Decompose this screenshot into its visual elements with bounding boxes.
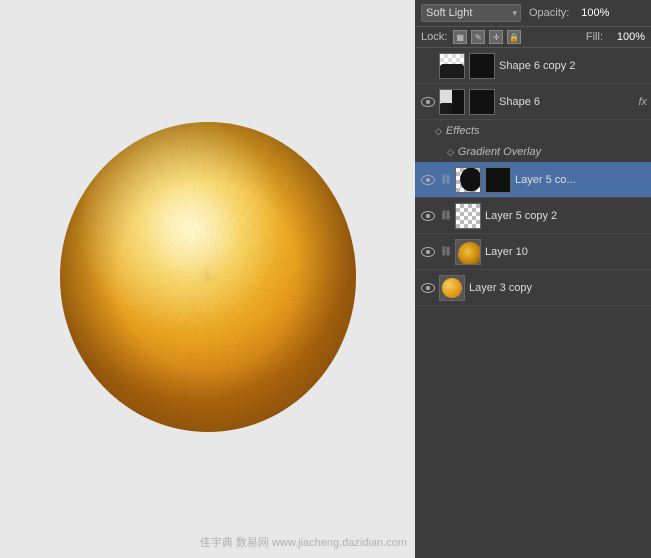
layer-row[interactable]: ⛓ Layer 10 [415,234,651,270]
link-icon: ⛓ [439,245,453,259]
layer-row[interactable]: Shape 6 copy 2 [415,48,651,84]
layer-thumbnail [439,275,465,301]
blend-opacity-bar: Soft Light Normal Multiply Screen Overla… [415,0,651,27]
layer-thumbnail [455,239,481,265]
layers-panel: Soft Light Normal Multiply Screen Overla… [415,0,651,558]
layer-mask-thumbnail [469,89,495,115]
layer-name: Layer 3 copy [469,282,647,294]
visibility-eye-icon[interactable] [419,279,437,297]
layer-mask-thumbnail [485,167,511,193]
link-icon: ⛓ [439,209,453,223]
fill-value: 100% [609,31,645,43]
layer-name: Layer 5 co... [515,174,647,186]
blend-mode-wrapper[interactable]: Soft Light Normal Multiply Screen Overla… [421,4,521,22]
gradient-overlay-effect: Gradient Overlay [458,146,541,158]
lock-icon-position[interactable]: ✛ [489,30,503,44]
layers-list[interactable]: Shape 6 copy 2 Shape 6 fx ◇ Effects ◇ [415,48,651,558]
lock-icons-group: ▦ ✎ ✛ 🔒 [453,30,521,44]
opacity-label: Opacity: [529,7,569,19]
visibility-eye-icon[interactable] [419,243,437,261]
layer-name: Layer 10 [485,246,647,258]
fx-badge: fx [638,96,647,108]
fill-label: Fill: [586,31,603,43]
visibility-eye-icon[interactable] [419,93,437,111]
canvas-area: 佳宇典 数易网 www.jiacheng.dazidian.com [0,0,415,558]
link-icon: ⛓ [439,173,453,187]
layer-thumbnail [439,89,465,115]
layer-thumbnail [455,167,481,193]
lock-icon-all[interactable]: 🔒 [507,30,521,44]
lock-label: Lock: [421,31,447,43]
visibility-eye-icon[interactable] [419,171,437,189]
effect-item-row[interactable]: ◇ Gradient Overlay [415,142,651,162]
lock-icon-transparency[interactable]: ▦ [453,30,467,44]
effects-label: Effects [446,125,480,137]
layer-row[interactable]: ⛓ Layer 5 copy 2 [415,198,651,234]
layer-row[interactable]: ⛓ Layer 5 co... [415,162,651,198]
layer-name: Shape 6 copy 2 [499,60,647,72]
fur-ball-image [43,109,373,449]
layer-name: Layer 5 copy 2 [485,210,647,222]
layer-row[interactable]: Layer 3 copy [415,270,651,306]
lock-icon-image[interactable]: ✎ [471,30,485,44]
layer-thumbnail [439,53,465,79]
lock-fill-bar: Lock: ▦ ✎ ✛ 🔒 Fill: 100% [415,27,651,48]
blend-mode-select[interactable]: Soft Light Normal Multiply Screen Overla… [421,4,521,22]
layer-row[interactable]: Shape 6 fx [415,84,651,120]
visibility-eye-icon[interactable] [419,207,437,225]
opacity-value: 100% [573,7,609,19]
watermark: 佳宇典 数易网 www.jiacheng.dazidian.com [200,534,407,550]
layer-name: Shape 6 [499,96,634,108]
layer-mask-thumbnail [469,53,495,79]
layer-thumbnail [455,203,481,229]
effects-group-row: ◇ Effects [415,120,651,142]
